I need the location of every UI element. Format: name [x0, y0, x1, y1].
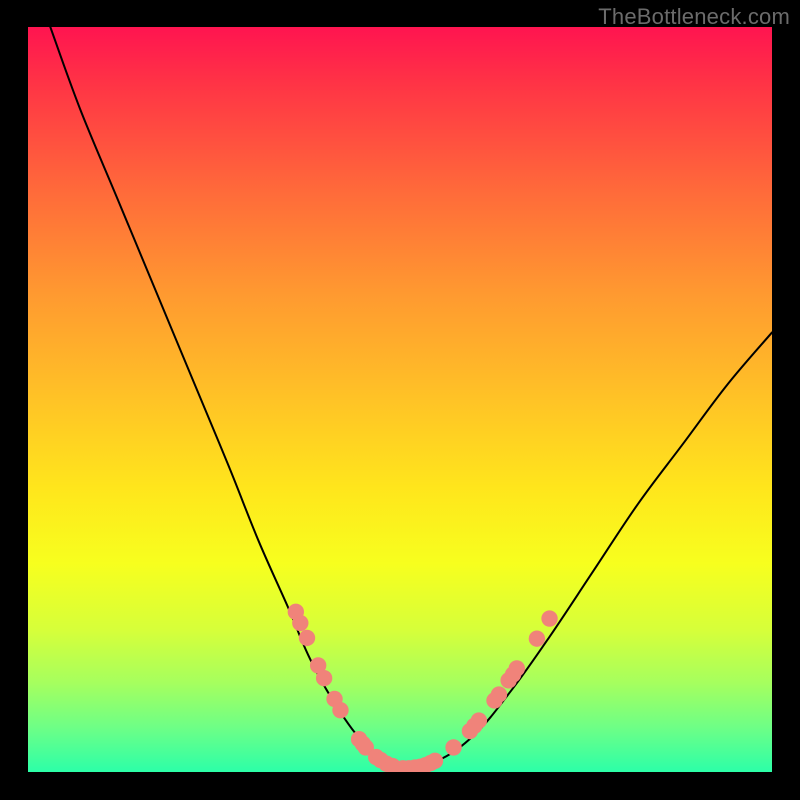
bead-group — [288, 604, 558, 772]
data-point — [299, 630, 315, 646]
bottleneck-curve — [50, 27, 400, 768]
data-point — [292, 615, 308, 631]
data-point — [541, 610, 557, 626]
watermark-text: TheBottleneck.com — [598, 4, 790, 30]
data-point — [471, 712, 487, 728]
chart-svg — [28, 27, 772, 772]
data-point — [529, 630, 545, 646]
bottleneck-curve — [400, 332, 772, 768]
data-point — [332, 702, 348, 718]
data-point — [445, 739, 461, 755]
data-point — [316, 670, 332, 686]
data-point — [427, 753, 443, 769]
curve-group — [50, 27, 772, 768]
data-point — [509, 660, 525, 676]
data-point — [491, 686, 507, 702]
